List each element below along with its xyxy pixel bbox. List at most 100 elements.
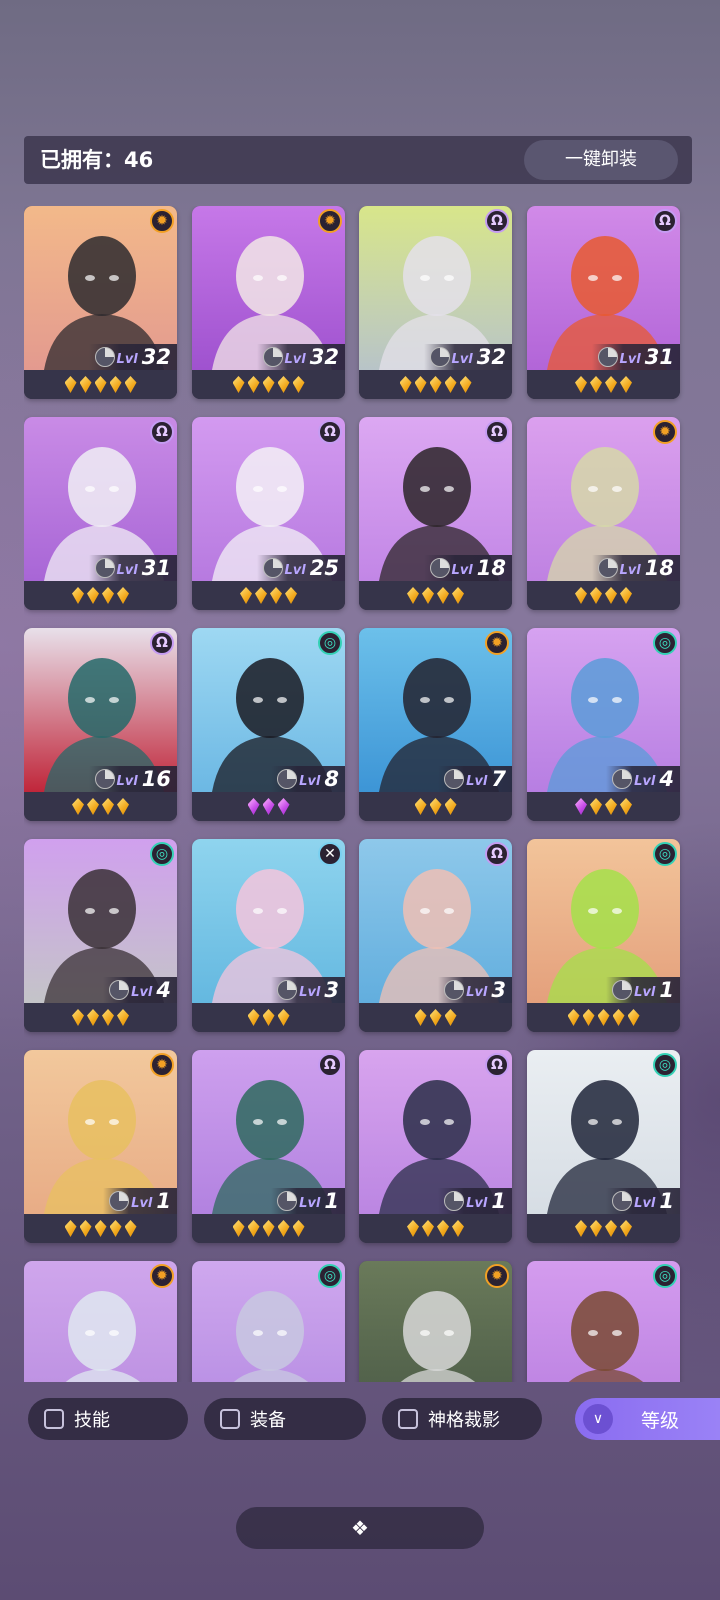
star-gem-icon xyxy=(575,1220,587,1237)
hero-card[interactable]: ◎ Lvl 4 xyxy=(24,839,177,1032)
star-gem-icon xyxy=(429,376,442,393)
level-value: 16 xyxy=(141,767,171,791)
star-gem-icon xyxy=(285,587,297,604)
star-rating xyxy=(24,1214,177,1243)
star-rating xyxy=(24,792,177,821)
star-gem-icon xyxy=(277,1220,290,1237)
hero-card[interactable]: Ω Lvl 1 xyxy=(192,1050,345,1243)
hero-card[interactable]: ◎ xyxy=(192,1261,345,1382)
filter-skill[interactable]: 技能 xyxy=(28,1398,188,1440)
level-label: Lvl xyxy=(634,773,656,789)
star-gem-icon xyxy=(262,1009,275,1026)
hero-card[interactable]: Ω Lvl 1 xyxy=(359,1050,512,1243)
hero-card[interactable]: ◎ Lvl 1 xyxy=(527,1050,680,1243)
double-chevron-down-icon: ∨ xyxy=(583,1404,613,1434)
level-label: Lvl xyxy=(299,773,321,789)
hero-card[interactable]: Ω Lvl 31 xyxy=(527,206,680,399)
timer-icon xyxy=(94,347,115,367)
star-gem-icon xyxy=(247,1220,260,1237)
checkbox[interactable] xyxy=(44,1409,64,1429)
level-label: Lvl xyxy=(634,984,656,1000)
hero-card[interactable]: ✹ xyxy=(359,1261,512,1382)
omega-icon: Ω xyxy=(150,631,174,655)
hero-card[interactable]: Ω Lvl 16 xyxy=(24,628,177,821)
filter-bar: 技能 装备 神格裁影 ∨ 等级 xyxy=(0,1398,720,1446)
hero-card[interactable]: Ω Lvl 25 xyxy=(192,417,345,610)
star-rating xyxy=(359,370,512,399)
hero-card[interactable]: ◎ Lvl 1 xyxy=(527,839,680,1032)
checkbox[interactable] xyxy=(398,1409,418,1429)
hero-card[interactable]: ◎ Lvl 4 xyxy=(527,628,680,821)
hero-card[interactable]: ✹ Lvl 7 xyxy=(359,628,512,821)
level-label: Lvl xyxy=(466,773,488,789)
star-gem-icon xyxy=(407,587,419,604)
star-gem-icon xyxy=(605,798,617,815)
timer-icon xyxy=(277,769,298,789)
hero-card[interactable]: ✹ Lvl 32 xyxy=(192,206,345,399)
timer-icon xyxy=(612,980,633,1000)
timer-icon xyxy=(444,980,465,1000)
star-gem-icon xyxy=(102,798,114,815)
checkbox[interactable] xyxy=(220,1409,240,1429)
unequip-all-button[interactable]: 一键卸装 xyxy=(524,140,678,180)
hero-card[interactable]: Ω Lvl 31 xyxy=(24,417,177,610)
level-label: Lvl xyxy=(116,351,138,367)
star-rating xyxy=(527,370,680,399)
filter-divinity[interactable]: 神格裁影 xyxy=(382,1398,542,1440)
hero-card[interactable]: ✹ Lvl 18 xyxy=(527,417,680,610)
star-rating xyxy=(192,370,345,399)
sort-level-button[interactable]: ∨ 等级 xyxy=(575,1398,720,1440)
star-gem-icon xyxy=(399,376,412,393)
hero-card[interactable]: Ω Lvl 32 xyxy=(359,206,512,399)
level-indicator: Lvl 1 xyxy=(606,1188,680,1214)
star-rating xyxy=(527,792,680,821)
level-label: Lvl xyxy=(116,773,138,789)
level-indicator: Lvl 1 xyxy=(438,1188,512,1214)
star-gem-icon xyxy=(292,376,305,393)
star-gem-icon xyxy=(575,376,587,393)
hero-card[interactable]: ✹ Lvl 1 xyxy=(24,1050,177,1243)
star-gem-icon xyxy=(262,376,275,393)
level-label: Lvl xyxy=(116,562,138,578)
star-gem-icon xyxy=(109,376,122,393)
star-gem-icon xyxy=(590,587,602,604)
level-label: Lvl xyxy=(299,984,321,1000)
timer-icon xyxy=(612,1191,633,1211)
star-rating xyxy=(527,581,680,610)
star-gem-icon xyxy=(232,376,245,393)
menu-handle-button[interactable]: ❖ xyxy=(236,1507,484,1549)
timer-icon xyxy=(94,769,115,789)
star-gem-icon xyxy=(102,587,114,604)
star-gem-icon xyxy=(94,376,107,393)
filter-equipment[interactable]: 装备 xyxy=(204,1398,366,1440)
star-gem-icon xyxy=(575,798,587,815)
level-indicator: Lvl 3 xyxy=(271,977,345,1003)
star-gem-icon xyxy=(612,1009,625,1026)
level-label: Lvl xyxy=(451,351,473,367)
star-rating xyxy=(24,370,177,399)
level-indicator: Lvl 1 xyxy=(103,1188,177,1214)
level-value: 32 xyxy=(476,345,506,369)
hero-card[interactable]: ✕ Lvl 3 xyxy=(192,839,345,1032)
star-rating xyxy=(24,1003,177,1032)
timer-icon xyxy=(612,769,633,789)
hero-card[interactable]: ✹ xyxy=(24,1261,177,1382)
star-gem-icon xyxy=(262,798,275,815)
hero-card[interactable]: Ω Lvl 18 xyxy=(359,417,512,610)
star-gem-icon xyxy=(102,1009,114,1026)
hero-card[interactable]: ◎ xyxy=(527,1261,680,1382)
level-label: Lvl xyxy=(619,351,641,367)
filter-divinity-label: 神格裁影 xyxy=(428,1410,500,1431)
hero-card[interactable]: ◎ Lvl 8 xyxy=(192,628,345,821)
level-value: 1 xyxy=(659,978,674,1002)
hero-card[interactable]: Ω Lvl 3 xyxy=(359,839,512,1032)
star-gem-icon xyxy=(117,798,129,815)
hero-card[interactable]: ✹ Lvl 32 xyxy=(24,206,177,399)
omega-icon: Ω xyxy=(485,420,509,444)
omega-icon: Ω xyxy=(485,209,509,233)
level-value: 7 xyxy=(491,767,506,791)
level-indicator: Lvl 1 xyxy=(606,977,680,1003)
level-value: 18 xyxy=(476,556,506,580)
star-rating xyxy=(192,581,345,610)
level-indicator: Lvl 8 xyxy=(271,766,345,792)
